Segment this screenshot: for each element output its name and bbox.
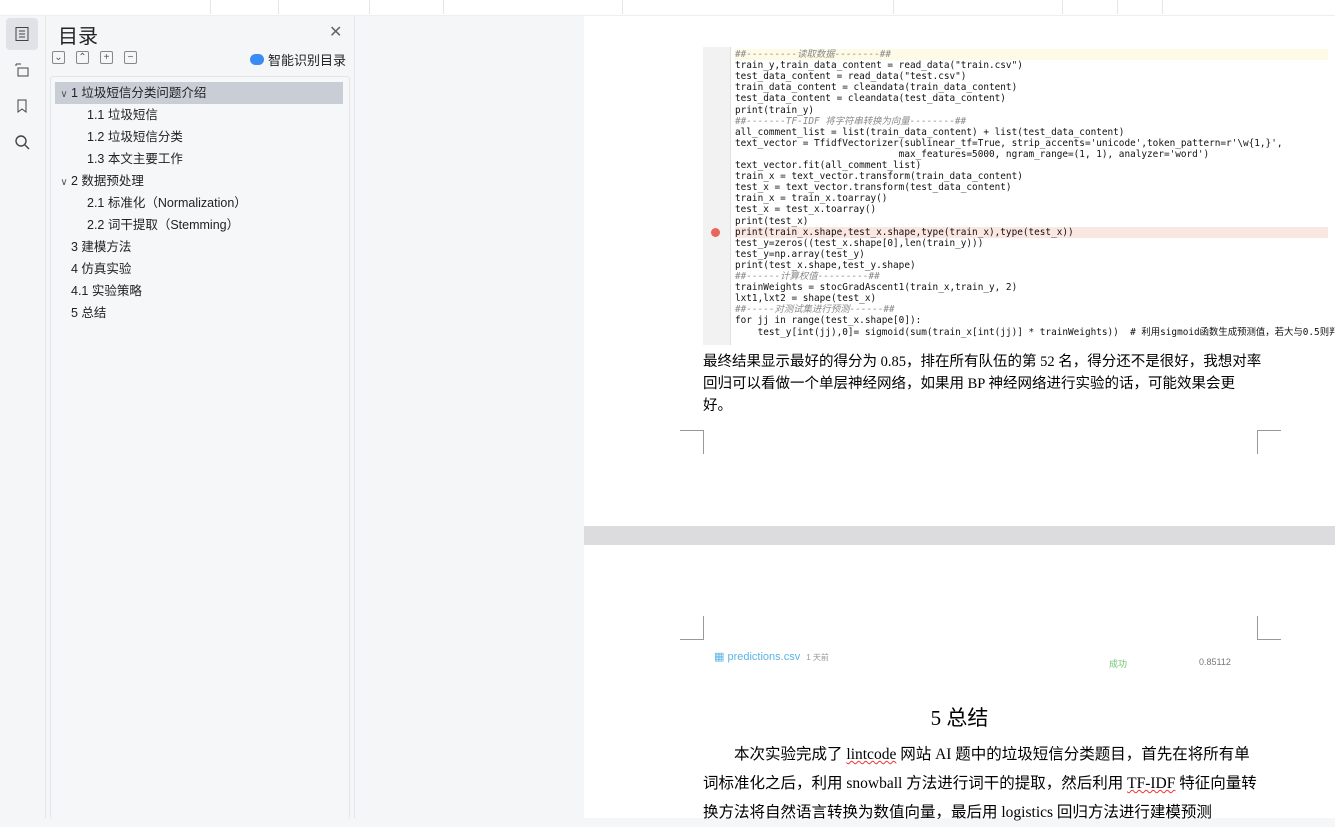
margin-corner [680, 616, 704, 640]
file-time: 1 天前 [806, 653, 829, 662]
section-heading: 5 总结 [930, 706, 989, 730]
toc-item[interactable]: 1.2 垃圾短信分类 [51, 126, 349, 148]
file-name: predictions.csv [727, 651, 801, 663]
smart-toc-button[interactable]: 智能识别目录 [249, 50, 346, 69]
breakpoint-icon [711, 227, 720, 237]
toc-item-label: 3 建模方法 [71, 240, 132, 254]
code-line: print(test_x) [735, 215, 809, 227]
score-text: 0.85112 [1199, 657, 1231, 667]
toc-item-label: 2 数据预处理 [71, 174, 144, 188]
side-rail [0, 16, 46, 818]
code-line: print(test_x.shape,test_y.shape) [735, 259, 916, 271]
code-line: train_y,train_data_content = read_data("… [735, 60, 1023, 72]
toc-item[interactable]: 2.2 词干提取（Stemming） [51, 214, 349, 236]
toc-icon[interactable] [6, 18, 38, 50]
toc-item[interactable]: 1.1 垃圾短信 [51, 104, 349, 126]
expand-down-icon[interactable]: ⌄ [52, 51, 65, 64]
toc-tools: ⌄ ⌃ + − [52, 51, 137, 64]
search-icon[interactable] [6, 126, 38, 158]
toc-item[interactable]: 1.3 本文主要工作 [51, 148, 349, 170]
toc-item[interactable]: 4.1 实验策略 [51, 280, 349, 302]
spellcheck-word: TF-IDF [1127, 775, 1176, 792]
code-line: text_vector = TfidfVectorizer(sublinear_… [735, 137, 1283, 149]
toc-item-label: 5 总结 [71, 306, 107, 320]
chevron-down-icon[interactable]: ∨ [57, 172, 71, 194]
margin-corner [680, 430, 704, 454]
toc-item[interactable]: ∨ 1 垃圾短信分类问题介绍 [55, 82, 343, 104]
paragraph: 最终结果显示最好的得分为 0.85，排在所有队伍的第 52 名，得分还不是很好，… [703, 354, 1262, 414]
code-line: print(train_x.shape,test_x.shape,type(tr… [735, 226, 1328, 238]
code-line: ##------计算权值---------## [735, 271, 880, 282]
text: 本次实验完成了 [734, 746, 847, 763]
toc-item[interactable]: ∨ 2 数据预处理 [51, 170, 349, 192]
code-line: test_data_content = read_data("test.csv"… [735, 71, 967, 83]
toc-item-label: 1.1 垃圾短信 [87, 108, 158, 122]
code-line: lxt1,lxt2 = shape(test_x) [735, 293, 877, 305]
toc-item-label: 4.1 实验策略 [71, 284, 142, 298]
toc-item-label: 1.3 本文主要工作 [87, 152, 183, 166]
collapse-up-icon[interactable]: ⌃ [76, 51, 89, 64]
ai-icon [249, 54, 264, 65]
document-page: ▦ predictions.csv 1 天前 成功 0.85112 5 总结 本次… [584, 545, 1335, 821]
margin-corner [1257, 616, 1281, 640]
code-line: text_vector.fit(all_comment_list) [735, 160, 922, 171]
toc-item-label: 4 仿真实验 [71, 262, 132, 276]
bookmark-icon[interactable] [6, 90, 38, 122]
chevron-down-icon[interactable]: ∨ [57, 84, 71, 106]
smart-toc-label: 智能识别目录 [267, 53, 346, 68]
code-line: test_data_content = cleandata(test_data_… [735, 93, 1006, 105]
code-screenshot: ##---------读取数据--------## train_y,train_d… [703, 47, 1335, 345]
close-icon[interactable]: ✕ [329, 22, 342, 42]
margin-corner [1257, 430, 1281, 454]
toc-item[interactable]: 2.1 标准化（Normalization） [51, 192, 349, 214]
code-line: test_x = text_vector.transform(test_data… [735, 182, 1012, 194]
code-line: ##---------读取数据--------## [735, 49, 1328, 61]
code-line: test_x = test_x.toarray() [735, 204, 877, 216]
code-line: train_x = text_vector.transform(train_da… [735, 171, 1023, 183]
code-gutter [703, 47, 731, 345]
code-line: max_features=5000, ngram_range=(1, 1), a… [735, 148, 1210, 160]
code-line: test_y=zeros((test_x.shape[0],len(train_… [735, 237, 984, 249]
code-line: trainWeights = stocGradAscent1(train_x,t… [735, 282, 1018, 294]
toc-item[interactable]: 5 总结 [51, 302, 349, 324]
toc-item[interactable]: 3 建模方法 [51, 236, 349, 258]
toc-item[interactable]: 4 仿真实验 [51, 258, 349, 280]
toc-item-label: 1 垃圾短信分类问题介绍 [71, 86, 207, 100]
paragraph: 本次实验完成了 lintcode 网站 AI 题中的垃圾短信分类题目，首先在将所… [703, 740, 1263, 827]
toc-list: ∨ 1 垃圾短信分类问题介绍 1.1 垃圾短信 1.2 垃圾短信分类 1.3 本文主要工… [50, 76, 350, 818]
spellcheck-word: lintcode [846, 746, 897, 763]
minus-icon[interactable]: − [124, 51, 137, 64]
table-icon: ▦ [714, 651, 728, 663]
code-line: all_comment_list = list(train_data_conte… [735, 126, 1125, 138]
page-gap [584, 526, 1335, 545]
status-text: 成功 [1109, 659, 1128, 669]
toc-panel: 目录 ✕ ⌄ ⌃ + − 智能识别目录 ∨ 1 垃圾短信分类问题介绍 1.1 垃圾短… [46, 16, 355, 818]
toc-item-label: 2.2 词干提取（Stemming） [87, 218, 240, 232]
code-line: ##-----对测试集进行预测------## [735, 304, 895, 316]
section-nav-icon[interactable] [6, 54, 38, 86]
code-line: test_y[int(jj),0]= sigmoid(sum(train_x[i… [735, 326, 1335, 338]
document-page: ##---------读取数据--------## train_y,train_d… [584, 16, 1335, 526]
toc-title: 目录 [58, 26, 98, 48]
top-toolbar [0, 0, 1335, 16]
result-file: ▦ predictions.csv 1 天前 [714, 650, 829, 663]
code-line: ##-------TF-IDF 将字符串转换为向量--------## [735, 115, 967, 127]
code-line: print(train_y) [735, 104, 815, 116]
code-line: train_x = train_x.toarray() [735, 193, 888, 205]
code-line: for jj in range(test_x.shape[0]): [735, 315, 922, 327]
code-line: train_data_content = cleandata(train_dat… [735, 82, 1018, 94]
plus-icon[interactable]: + [100, 51, 113, 64]
toc-item-label: 1.2 垃圾短信分类 [87, 130, 183, 144]
code-line: test_y=np.array(test_y) [735, 248, 865, 260]
toc-item-label: 2.1 标准化（Normalization） [87, 196, 247, 210]
